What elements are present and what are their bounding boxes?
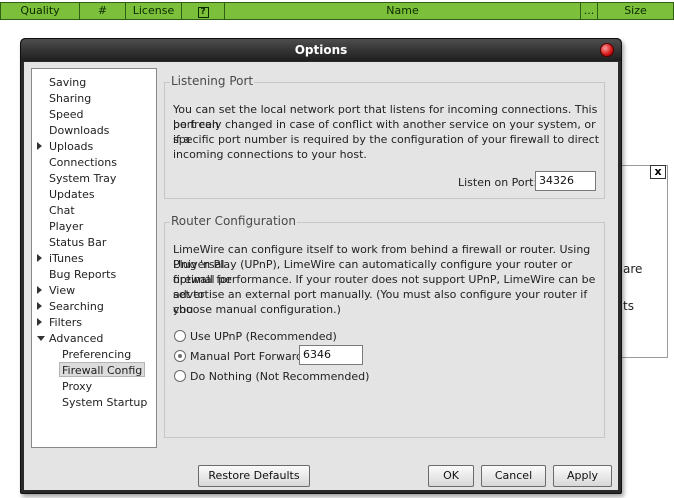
tree-item-label: Uploads	[49, 140, 94, 153]
router-config-title: Router Configuration	[170, 214, 297, 228]
tree-item-updates[interactable]: Updates	[49, 187, 95, 202]
tree-item-proxy[interactable]: Proxy	[62, 379, 92, 394]
tree-item-label: Searching	[49, 300, 104, 313]
tree-item-speed[interactable]: Speed	[49, 107, 83, 122]
info-icon: ?	[197, 7, 209, 18]
column-size[interactable]: Size	[597, 2, 674, 20]
radio-manual-port-forward[interactable]	[174, 350, 186, 362]
options-tree: Saving Sharing Speed Downloads Uploads C…	[31, 68, 157, 448]
tree-item-label: Proxy	[62, 380, 93, 393]
tree-item-label: Updates	[49, 188, 95, 201]
manual-port-input[interactable]: 6346	[299, 345, 363, 365]
window-body: Saving Sharing Speed Downloads Uploads C…	[24, 62, 618, 490]
options-window: Options Saving Sharing Speed Downloads U…	[20, 38, 622, 494]
radio-use-upnp[interactable]	[174, 330, 186, 342]
tree-item-label: Chat	[49, 204, 75, 217]
tree-item-searching[interactable]: Searching	[49, 299, 104, 314]
column-number[interactable]: #	[79, 2, 126, 20]
cancel-button[interactable]: Cancel	[481, 465, 546, 487]
tree-item-preferencing[interactable]: Preferencing	[62, 347, 131, 362]
expand-arrow-icon[interactable]	[37, 318, 42, 326]
tree-item-label: Downloads	[49, 124, 110, 137]
background-dialog-text: are	[623, 262, 643, 276]
listening-port-panel: Listening Port You can set the local net…	[164, 74, 605, 199]
tree-item-label: System Tray	[49, 172, 117, 185]
column-quality[interactable]: Quality	[0, 2, 80, 20]
radio-use-upnp-label[interactable]: Use UPnP (Recommended)	[190, 330, 337, 343]
tree-item-connections[interactable]: Connections	[49, 155, 117, 170]
tree-item-saving[interactable]: Saving	[49, 75, 86, 90]
router-config-panel: Router Configuration LimeWire can config…	[164, 214, 605, 438]
tree-item-label: Preferencing	[62, 348, 132, 361]
tree-item-label: iTunes	[49, 252, 84, 265]
tree-item-label: Firewall Config	[62, 364, 143, 377]
background-dialog-close-icon[interactable]: x	[650, 165, 666, 179]
tree-item-chat[interactable]: Chat	[49, 203, 75, 218]
router-config-line: choose manual configuration.)	[173, 303, 341, 316]
app-root: Quality # License ? Name ... Size x are …	[0, 0, 674, 498]
tree-item-system-startup[interactable]: System Startup	[62, 395, 147, 410]
tree-item-filters[interactable]: Filters	[49, 315, 82, 330]
tree-item-advanced[interactable]: Advanced	[49, 331, 103, 346]
tree-item-label: Filters	[49, 316, 82, 329]
listening-port-line: specific port number is required by the …	[173, 133, 600, 146]
tree-item-label: Advanced	[49, 332, 104, 345]
tree-item-firewall-config[interactable]: Firewall Config	[59, 362, 146, 377]
tree-item-label: Saving	[49, 76, 87, 89]
tree-item-label: Player	[49, 220, 84, 233]
tree-item-label: Sharing	[49, 92, 92, 105]
listen-port-input[interactable]: 34326	[535, 171, 596, 191]
tree-item-sharing[interactable]: Sharing	[49, 91, 91, 106]
listening-port-line: incoming connections to your host.	[173, 148, 367, 161]
listening-port-title: Listening Port	[170, 74, 255, 88]
tree-item-label: View	[49, 284, 76, 297]
apply-button[interactable]: Apply	[553, 465, 612, 487]
window-close-icon[interactable]	[600, 43, 614, 57]
column-info[interactable]: ?	[181, 2, 225, 20]
tree-item-system-tray[interactable]: System Tray	[49, 171, 116, 186]
tree-item-label: Speed	[49, 108, 84, 121]
results-column-header: Quality # License ? Name ... Size	[0, 0, 674, 21]
radio-do-nothing-label[interactable]: Do Nothing (Not Recommended)	[190, 370, 369, 383]
window-titlebar[interactable]: Options	[21, 39, 621, 61]
radio-manual-port-forward-label[interactable]: Manual Port Forward:	[190, 350, 307, 363]
expand-arrow-icon[interactable]	[37, 254, 42, 262]
tree-item-status-bar[interactable]: Status Bar	[49, 235, 106, 250]
radio-do-nothing[interactable]	[174, 370, 186, 382]
expand-arrow-icon[interactable]	[37, 142, 42, 150]
tree-item-label: Status Bar	[49, 236, 107, 249]
tree-item-label: Connections	[49, 156, 117, 169]
tree-item-bug-reports[interactable]: Bug Reports	[49, 267, 116, 282]
window-title: Options	[294, 43, 348, 57]
expand-arrow-icon[interactable]	[37, 286, 42, 294]
tree-item-itunes[interactable]: iTunes	[49, 251, 84, 266]
tree-item-player[interactable]: Player	[49, 219, 83, 234]
column-name[interactable]: Name	[224, 2, 581, 20]
ok-button[interactable]: OK	[428, 465, 474, 487]
tree-item-uploads[interactable]: Uploads	[49, 139, 93, 154]
collapse-arrow-icon[interactable]	[37, 336, 45, 341]
tree-item-downloads[interactable]: Downloads	[49, 123, 109, 138]
tree-item-label: System Startup	[62, 396, 148, 409]
listen-port-label: Listen on Port:	[458, 176, 538, 189]
expand-arrow-icon[interactable]	[37, 302, 42, 310]
tree-item-label: Bug Reports	[49, 268, 117, 281]
column-more[interactable]: ...	[580, 2, 598, 20]
background-dialog-text: ts	[623, 299, 634, 313]
restore-defaults-button[interactable]: Restore Defaults	[198, 465, 310, 487]
tree-item-view[interactable]: View	[49, 283, 75, 298]
column-license[interactable]: License	[125, 2, 182, 20]
